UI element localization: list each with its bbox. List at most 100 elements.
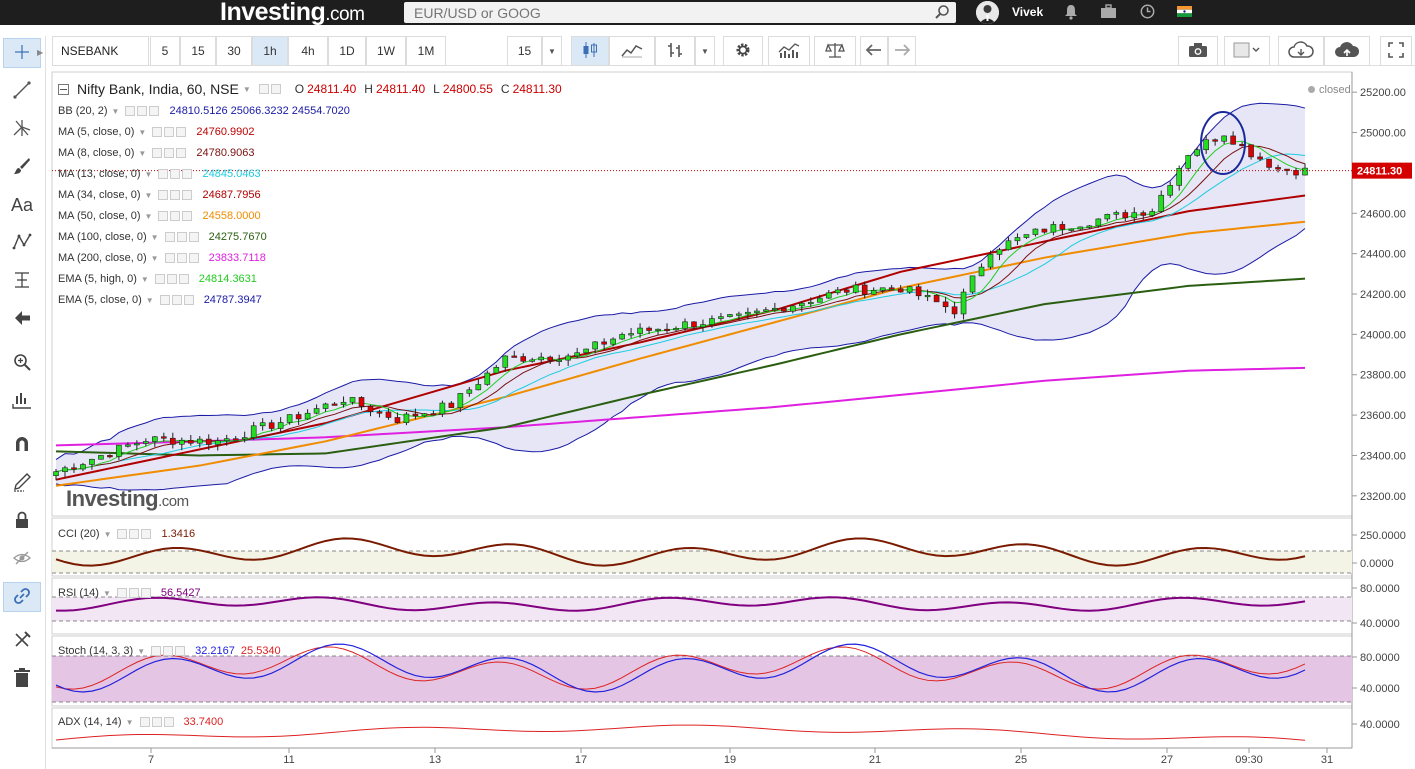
candle-body <box>89 458 95 465</box>
chevron-down-icon[interactable]: ▼ <box>137 647 145 656</box>
indicator-legend-row[interactable]: EMA (5, close, 0) ▼ 24787.3947 <box>58 292 262 308</box>
visibility-toggle[interactable] <box>158 211 169 221</box>
settings-toggle[interactable] <box>170 169 181 179</box>
indicator-legend-row[interactable]: MA (34, close, 0) ▼ 24687.7956 <box>58 187 261 203</box>
visibility-toggle[interactable] <box>152 127 163 137</box>
settings-toggle[interactable] <box>170 190 181 200</box>
settings-toggle[interactable] <box>164 148 175 158</box>
remove-toggle[interactable] <box>183 295 194 305</box>
indicator-name: MA (5, close, 0) <box>58 126 135 138</box>
visibility-toggle[interactable] <box>164 253 175 263</box>
settings-toggle[interactable] <box>164 127 175 137</box>
remove-toggle[interactable] <box>182 211 193 221</box>
candle-body <box>295 414 302 420</box>
chevron-down-icon[interactable]: ▼ <box>104 530 112 539</box>
chevron-down-icon[interactable]: ▼ <box>146 296 154 305</box>
candle-body <box>664 328 670 332</box>
settings-toggle[interactable] <box>170 211 181 221</box>
collapse-toggle[interactable] <box>58 83 69 95</box>
remove-toggle[interactable] <box>149 106 160 116</box>
settings-toggle[interactable] <box>163 646 174 656</box>
candle-body <box>187 440 194 444</box>
candle-body <box>394 417 401 423</box>
settings-toggle[interactable] <box>176 253 187 263</box>
candle-body <box>1167 185 1174 196</box>
candle-body <box>619 334 625 340</box>
indicator-legend-row[interactable]: BB (20, 2) ▼ 24810.5126 25066.3232 24554.7… <box>58 103 350 119</box>
settings-toggle[interactable] <box>171 295 182 305</box>
remove-toggle[interactable] <box>176 127 187 137</box>
settings-toggle[interactable] <box>129 529 140 539</box>
remove-toggle[interactable] <box>163 717 174 727</box>
candle-body <box>223 438 230 442</box>
visibility-toggle[interactable] <box>152 148 163 158</box>
rsi-legend[interactable]: RSI (14) ▼ 56.5427 <box>58 585 201 601</box>
remove-toggle[interactable] <box>141 529 152 539</box>
remove-toggle[interactable] <box>176 148 187 158</box>
visibility-toggle[interactable] <box>139 717 150 727</box>
time-tick-label: 27 <box>1161 754 1173 766</box>
indicator-legend-row[interactable]: MA (13, close, 0) ▼ 24845.0463 <box>58 166 261 182</box>
chevron-down-icon[interactable]: ▼ <box>138 128 146 137</box>
remove-toggle[interactable] <box>188 253 199 263</box>
indicator-name: MA (100, close, 0) <box>58 231 147 243</box>
candle-body <box>322 403 329 409</box>
candle-body <box>214 440 221 445</box>
chevron-down-icon[interactable]: ▼ <box>151 254 159 263</box>
remove-toggle[interactable] <box>175 646 186 656</box>
indicator-name: BB (20, 2) <box>58 105 108 117</box>
chevron-down-icon[interactable]: ▼ <box>243 85 251 94</box>
chevron-down-icon[interactable]: ▼ <box>138 149 146 158</box>
visibility-toggle[interactable] <box>116 588 127 598</box>
settings-toggle[interactable] <box>128 588 139 598</box>
candle-body <box>286 414 293 423</box>
candle-body <box>763 309 769 312</box>
visibility-toggle[interactable] <box>151 646 162 656</box>
remove-toggle[interactable] <box>182 169 193 179</box>
visibility-toggle[interactable] <box>154 274 165 284</box>
settings-toggle[interactable] <box>137 106 148 116</box>
settings-controls[interactable] <box>258 84 281 94</box>
candle-body <box>53 471 59 477</box>
cci-legend[interactable]: CCI (20) ▼ 1.3416 <box>58 526 195 542</box>
candle-body <box>376 411 383 414</box>
indicator-legend-row[interactable]: MA (200, close, 0) ▼ 23833.7118 <box>58 250 266 266</box>
remove-toggle[interactable] <box>140 588 151 598</box>
visibility-toggle[interactable] <box>159 295 170 305</box>
chevron-down-icon[interactable]: ▼ <box>141 275 149 284</box>
remove-toggle[interactable] <box>178 274 189 284</box>
remove-toggle[interactable] <box>182 190 193 200</box>
candle-body <box>754 310 760 313</box>
chevron-down-icon[interactable]: ▼ <box>145 191 153 200</box>
chevron-down-icon[interactable]: ▼ <box>126 718 134 727</box>
visibility-toggle[interactable] <box>158 169 169 179</box>
pane-tick-label: 80.0000 <box>1360 652 1400 664</box>
indicator-legend-row[interactable]: MA (8, close, 0) ▼ 24780.9063 <box>58 145 254 161</box>
candle-body <box>987 254 994 268</box>
settings-toggle[interactable] <box>151 717 162 727</box>
settings-toggle[interactable] <box>176 232 187 242</box>
price-tick-label: 24400.00 <box>1360 249 1406 261</box>
stoch-legend[interactable]: Stoch (14, 3, 3) ▼ 32.2167 25.5340 <box>58 643 281 659</box>
candle-body <box>1239 144 1245 147</box>
remove-toggle[interactable] <box>188 232 199 242</box>
visibility-toggle[interactable] <box>117 529 128 539</box>
adx-legend[interactable]: ADX (14, 14) ▼ 33.7400 <box>58 714 223 730</box>
visibility-toggle[interactable] <box>164 232 175 242</box>
chevron-down-icon[interactable]: ▼ <box>112 107 120 116</box>
indicator-legend-row[interactable]: MA (50, close, 0) ▼ 24558.0000 <box>58 208 261 224</box>
candle-body <box>700 324 706 328</box>
candle-body <box>1275 167 1281 170</box>
visibility-toggle[interactable] <box>125 106 136 116</box>
indicator-legend-row[interactable]: MA (5, close, 0) ▼ 24760.9902 <box>58 124 254 140</box>
chevron-down-icon[interactable]: ▼ <box>103 589 111 598</box>
chevron-down-icon[interactable]: ▼ <box>151 233 159 242</box>
indicator-legend-row[interactable]: EMA (5, high, 0) ▼ 24814.3631 <box>58 271 257 287</box>
chevron-down-icon[interactable]: ▼ <box>145 170 153 179</box>
visibility-toggle[interactable] <box>158 190 169 200</box>
candle-body <box>277 422 284 429</box>
chevron-down-icon[interactable]: ▼ <box>145 212 153 221</box>
candle-body <box>71 467 77 470</box>
indicator-legend-row[interactable]: MA (100, close, 0) ▼ 24275.7670 <box>58 229 267 245</box>
settings-toggle[interactable] <box>166 274 177 284</box>
